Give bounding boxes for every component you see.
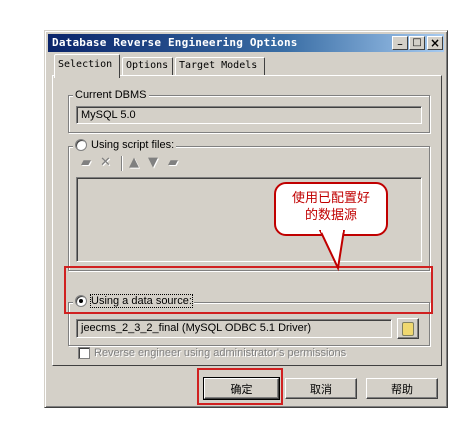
tab-target-models[interactable]: Target Models xyxy=(175,57,265,76)
annotation-line-1: 使用已配置好 xyxy=(291,191,370,206)
script-files-label: Using script files: xyxy=(91,139,175,151)
callout-pointer xyxy=(318,230,346,272)
current-dbms-value: MySQL 5.0 xyxy=(81,109,136,121)
admin-permissions-label: Reverse engineer using administrator's p… xyxy=(94,347,347,359)
move-down-icon[interactable]: ▼ xyxy=(148,156,158,170)
annotation-line-2: 的数据源 xyxy=(304,208,357,223)
callout-pointer-shape xyxy=(318,230,346,272)
annotation-callout: 使用已配置好 的数据源 xyxy=(274,182,388,236)
help-button-label: 帮助 xyxy=(391,382,413,396)
data-source-highlight-box xyxy=(64,266,433,314)
help-button[interactable]: 帮助 xyxy=(366,378,438,399)
minimize-icon: _ xyxy=(397,35,403,46)
folder-icon[interactable]: ▰ xyxy=(168,156,178,170)
close-icon: × xyxy=(429,36,441,50)
tab-options[interactable]: Options xyxy=(122,57,173,76)
admin-permissions-checkbox[interactable] xyxy=(78,347,90,359)
current-dbms-field: MySQL 5.0 xyxy=(76,106,422,124)
maximize-button[interactable]: □ xyxy=(409,36,425,50)
cancel-button[interactable]: 取消 xyxy=(285,378,357,399)
window-title: Database Reverse Engineering Options xyxy=(52,36,298,49)
delete-icon[interactable]: ✕ xyxy=(100,156,111,170)
ok-button-highlight-box xyxy=(197,368,283,405)
minimize-button[interactable]: _ xyxy=(392,36,408,50)
tab-options-label: Options xyxy=(126,60,169,71)
tab-selection[interactable]: Selection xyxy=(54,54,120,78)
toolbar-separator xyxy=(121,156,122,171)
tab-target-models-label: Target Models xyxy=(179,60,258,71)
admin-permissions-option[interactable]: Reverse engineer using administrator's p… xyxy=(78,347,346,359)
title-bar[interactable]: Database Reverse Engineering Options _ □… xyxy=(48,34,444,52)
data-source-value: jeecms_2_3_2_final (MySQL ODBC 5.1 Drive… xyxy=(81,322,312,334)
cancel-button-label: 取消 xyxy=(310,382,332,396)
close-button[interactable]: × xyxy=(427,36,443,50)
tab-selection-label: Selection xyxy=(58,59,113,70)
script-files-option[interactable]: Using script files: xyxy=(73,139,177,151)
current-dbms-legend: Current DBMS xyxy=(73,89,149,101)
data-source-browse-button[interactable] xyxy=(397,318,419,339)
script-files-radio[interactable] xyxy=(75,139,87,151)
move-up-icon[interactable]: ▲ xyxy=(129,156,139,170)
add-file-icon[interactable]: ▰ xyxy=(81,156,91,170)
data-source-field[interactable]: jeecms_2_3_2_final (MySQL ODBC 5.1 Drive… xyxy=(76,319,392,338)
maximize-icon: □ xyxy=(412,37,422,48)
database-icon xyxy=(402,321,414,336)
